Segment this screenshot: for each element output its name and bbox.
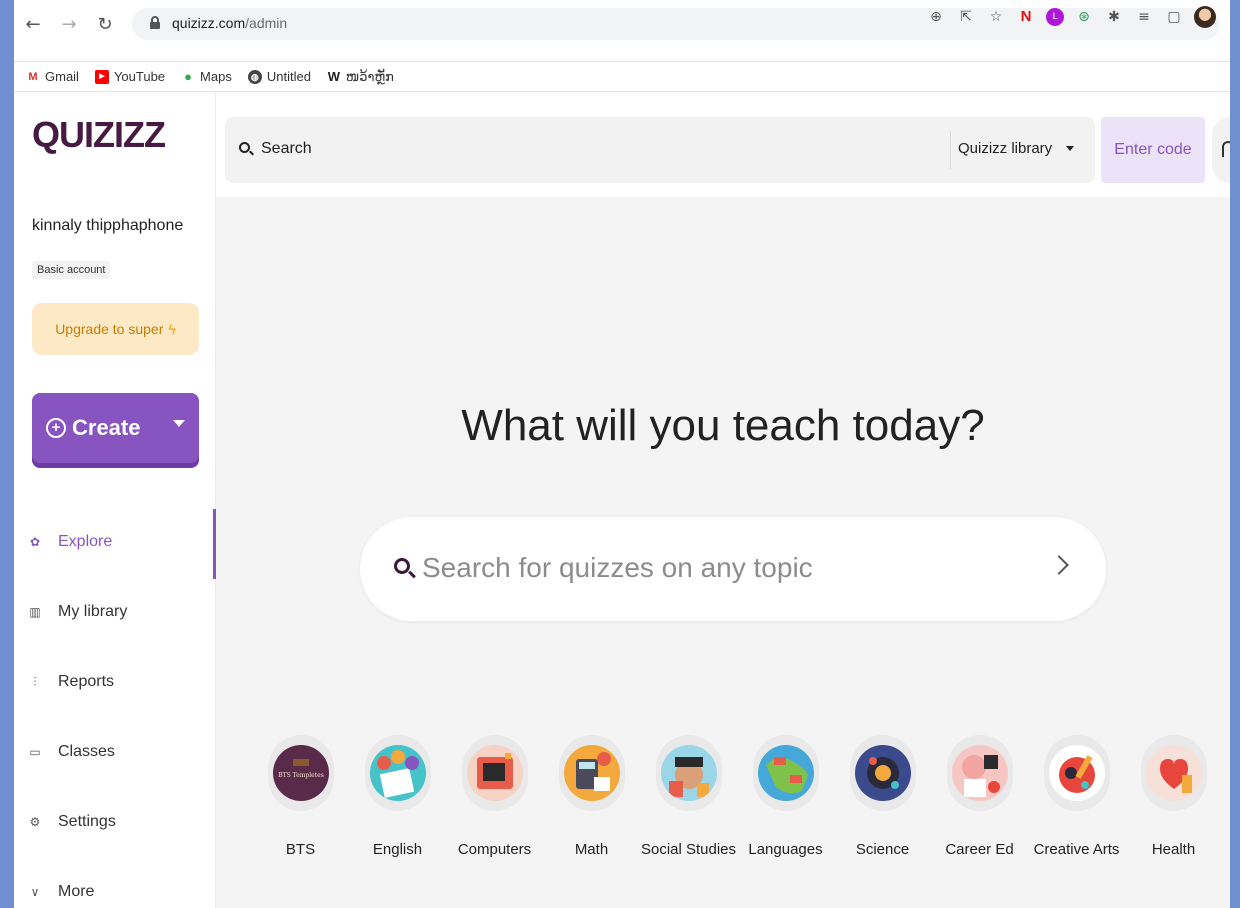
sidebar-item-settings[interactable]: ⚙ Settings: [14, 787, 216, 857]
puzzle-icon[interactable]: ✱: [1104, 7, 1124, 27]
plus-circle-icon: +: [46, 418, 66, 438]
chevron-down-icon: ∨: [30, 885, 40, 899]
forward-icon[interactable]: →: [58, 14, 80, 36]
bookmark-gmail[interactable]: M Gmail: [26, 69, 79, 84]
library-select[interactable]: Quizizz library: [958, 140, 1075, 157]
quiz-search-placeholder: Search for quizzes on any topic: [422, 552, 813, 583]
youtube-icon: ▶: [94, 69, 109, 84]
upgrade-button[interactable]: Upgrade to super ϟ: [32, 303, 199, 355]
create-dropdown-icon[interactable]: [173, 420, 185, 427]
account-badge: Basic account: [32, 261, 111, 279]
netflix-extension-icon[interactable]: N: [1016, 7, 1036, 27]
bolt-icon: ϟ: [168, 321, 176, 337]
library-icon: ▥: [29, 605, 41, 619]
zoom-icon[interactable]: ⊕: [926, 7, 946, 27]
purple-extension-icon[interactable]: L: [1046, 8, 1064, 26]
gmail-icon: M: [28, 70, 38, 83]
classes-icon: ▭: [29, 745, 41, 759]
topic-languages[interactable]: Languages: [737, 735, 834, 858]
topic-science[interactable]: Science: [834, 735, 931, 858]
page-title: What will you teach today?: [461, 401, 985, 450]
explore-icon: ✿: [29, 535, 41, 549]
career-ed-topic-image: [951, 745, 1008, 801]
bell-icon: [1222, 141, 1230, 157]
chevron-down-icon: [1066, 146, 1075, 151]
bookmark-youtube[interactable]: ▶ YouTube: [94, 69, 165, 84]
bookmark-lao[interactable]: W ໜວ້າຫຼັກ: [327, 69, 394, 85]
profile-avatar-icon[interactable]: [1194, 6, 1216, 28]
divider: [950, 131, 951, 169]
search-icon: [394, 558, 410, 574]
reload-icon[interactable]: ↻: [94, 14, 116, 36]
math-topic-image: [563, 745, 620, 801]
topic-bts[interactable]: BTS Templetes BTS: [252, 735, 349, 858]
enter-code-button[interactable]: Enter code: [1101, 117, 1205, 183]
lock-icon[interactable]: [150, 16, 160, 29]
topic-english[interactable]: English: [349, 735, 446, 858]
quiz-search-input[interactable]: Search for quizzes on any topic: [360, 517, 1106, 621]
sidebar: QUIZIZZ kinnaly thipphaphone Basic accou…: [14, 92, 216, 908]
science-topic-image: [854, 745, 911, 801]
topic-social-studies[interactable]: Social Studies: [640, 735, 737, 858]
browser-toolbar: ← → ↻ ⌂ quizizz.com/admin ⊕ ⇱ ☆ N L ⊛ ✱ …: [14, 0, 1230, 62]
maps-icon: ●: [184, 68, 192, 84]
back-icon[interactable]: ←: [22, 14, 44, 36]
bookmark-maps[interactable]: ● Maps: [181, 69, 232, 84]
notifications-button[interactable]: [1212, 117, 1230, 183]
search-icon: [239, 142, 250, 153]
topic-creative-arts[interactable]: Creative Arts: [1028, 735, 1125, 858]
window-icon[interactable]: ▢: [1164, 7, 1184, 27]
computers-topic-image: [466, 745, 523, 801]
create-button[interactable]: + Create: [32, 393, 199, 463]
w-icon: W: [327, 68, 341, 84]
main-content: What will you teach today? Search for qu…: [216, 197, 1230, 908]
search-input[interactable]: Search: [261, 140, 312, 158]
bts-topic-image: BTS Templetes: [272, 745, 329, 801]
chevron-right-icon[interactable]: [1049, 555, 1069, 575]
green-extension-icon[interactable]: ⊛: [1074, 7, 1094, 27]
topic-health[interactable]: Health: [1125, 735, 1222, 858]
topic-career-ed[interactable]: Career Ed: [931, 735, 1028, 858]
sidebar-item-classes[interactable]: ▭ Classes: [14, 717, 216, 787]
sidebar-item-more[interactable]: ∨ More: [14, 857, 216, 908]
reading-list-icon[interactable]: ≡: [1134, 7, 1154, 27]
reports-icon: ⫶: [33, 675, 37, 689]
english-topic-image: [369, 745, 426, 801]
sidebar-item-explore[interactable]: ✿ Explore: [14, 507, 216, 579]
share-icon[interactable]: ⇱: [956, 7, 976, 27]
svg-text:BTS Templetes: BTS Templetes: [278, 772, 324, 779]
topic-math[interactable]: Math: [543, 735, 640, 858]
sidebar-item-my-library[interactable]: ▥ My library: [14, 577, 216, 647]
username: kinnaly thipphaphone: [32, 217, 184, 234]
sidebar-nav: ✿ Explore ▥ My library ⫶ Reports ▭ Class…: [14, 507, 216, 908]
bookmarks-bar: M Gmail ▶ YouTube ● Maps ◍ Untitled W ໜວ້າຫຼັ…: [14, 62, 1230, 92]
app-search-bar[interactable]: Search Quizizz library: [225, 117, 1095, 183]
topic-computers[interactable]: Computers: [446, 735, 543, 858]
url-text: quizizz.com/admin: [172, 15, 288, 31]
settings-icon: ⚙: [29, 815, 41, 829]
health-topic-image: [1145, 745, 1202, 801]
globe-icon: ◍: [247, 69, 262, 84]
topic-list: BTS Templetes BTS English Computers Math…: [252, 735, 1222, 858]
quizizz-logo[interactable]: QUIZIZZ: [32, 114, 166, 156]
browser-window: ← → ↻ ⌂ quizizz.com/admin ⊕ ⇱ ☆ N L ⊛ ✱ …: [14, 0, 1230, 908]
social-studies-topic-image: [660, 745, 717, 801]
languages-topic-image: [757, 745, 814, 801]
bookmark-untitled[interactable]: ◍ Untitled: [247, 69, 311, 84]
sidebar-item-reports[interactable]: ⫶ Reports: [14, 647, 216, 717]
creative-arts-topic-image: [1048, 745, 1105, 801]
star-icon[interactable]: ☆: [986, 7, 1006, 27]
